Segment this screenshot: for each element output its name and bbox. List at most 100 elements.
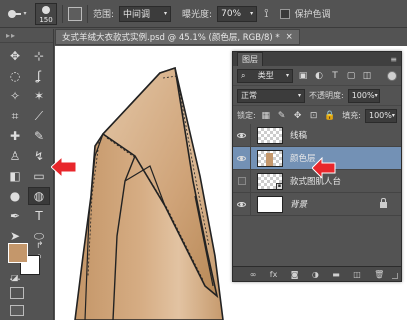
brush-tool-icon: ✎ bbox=[33, 129, 45, 143]
new-group-icon[interactable]: ▬ bbox=[332, 270, 340, 279]
opacity-input[interactable]: 100% ▾ bbox=[347, 88, 380, 103]
layer-visibility-toggle[interactable] bbox=[233, 192, 251, 216]
color-swatches: ↱ ◪ bbox=[8, 241, 44, 282]
layers-panel-footer: ∞ fx ◙ ◑ ▬ ◫ 🗑 bbox=[233, 266, 401, 281]
healing-brush-tool-icon: ✚ bbox=[9, 129, 21, 143]
exposure-input[interactable]: 70% ▾ bbox=[217, 5, 258, 22]
history-brush-tool-button[interactable]: ↯ bbox=[28, 147, 50, 165]
screen-mode-icon[interactable] bbox=[10, 305, 24, 316]
blend-row: 正常 ▾ 不透明度: 100% ▾ bbox=[233, 86, 401, 106]
new-layer-icon[interactable]: ◫ bbox=[353, 270, 361, 279]
blur-tool-button[interactable]: ● bbox=[4, 187, 26, 205]
clone-stamp-tool-icon: ♙ bbox=[9, 149, 21, 163]
protect-tones-checkbox[interactable] bbox=[279, 8, 290, 19]
marquee-tool-button[interactable]: ◌ bbox=[4, 67, 26, 85]
fill-value: 100% bbox=[369, 111, 392, 120]
add-mask-icon[interactable]: ◙ bbox=[291, 270, 299, 279]
filter-pixel-icon[interactable]: ▣ bbox=[297, 70, 309, 82]
protect-tones-label: 保护色调 bbox=[294, 10, 331, 20]
blend-mode-select[interactable]: 正常 ▾ bbox=[237, 88, 305, 103]
document-title: 女式羊绒大衣款式实例.psd @ 45.1% (颜色层, RGB/8) * bbox=[62, 33, 280, 43]
lock-position-icon[interactable]: ✥ bbox=[292, 110, 304, 122]
panel-menu-icon[interactable]: ≡ bbox=[390, 55, 397, 64]
layer-row-lineart[interactable]: 线稿 bbox=[233, 123, 401, 147]
filter-adjustment-icon[interactable]: ◐ bbox=[313, 70, 325, 82]
tab-layers[interactable]: 图层 bbox=[237, 52, 263, 66]
blur-tool-icon: ● bbox=[9, 189, 21, 203]
quick-select-tool-button[interactable]: ✧ bbox=[4, 87, 26, 105]
layer-name: 线稿 bbox=[290, 131, 308, 141]
layers-panel-header: 图层 ≡ bbox=[233, 52, 401, 66]
divider bbox=[62, 4, 63, 23]
magic-wand-tool-button[interactable]: ✶ bbox=[28, 87, 50, 105]
dodge-tool-icon bbox=[8, 9, 22, 18]
link-layers-icon[interactable]: ∞ bbox=[250, 270, 257, 279]
lock-pixels-icon[interactable]: ✎ bbox=[276, 110, 288, 122]
artboard-tool-icon: ⊹ bbox=[33, 49, 45, 63]
filter-toggle[interactable] bbox=[387, 70, 397, 81]
clone-stamp-tool-button[interactable]: ♙ bbox=[4, 147, 26, 165]
type-tool-button[interactable]: T bbox=[28, 207, 50, 225]
move-tool-icon: ✥ bbox=[9, 49, 21, 63]
options-bar: ▾ 150 范围: 中间调 ▾ 曝光度: 70% ▾ ⟟ 保护色调 bbox=[0, 0, 407, 28]
eraser-tool-icon: ◧ bbox=[9, 169, 21, 183]
fill-input[interactable]: 100% ▾ bbox=[365, 108, 397, 123]
pen-tool-icon: ✒ bbox=[9, 209, 21, 223]
quick-mask-icon[interactable] bbox=[10, 287, 24, 299]
gradient-tool-button[interactable]: ▭ bbox=[28, 167, 50, 185]
layer-row-background[interactable]: 背景 bbox=[233, 192, 401, 216]
quick-select-tool-icon: ✧ bbox=[9, 89, 21, 103]
filter-type-icon[interactable]: T bbox=[329, 70, 341, 82]
chevron-down-icon: ▾ bbox=[297, 92, 301, 99]
opacity-value: 100% bbox=[351, 91, 375, 100]
lock-label: 锁定: bbox=[237, 111, 256, 120]
lock-icon bbox=[380, 198, 387, 208]
filter-smart-object-icon[interactable]: ◫ bbox=[361, 70, 373, 82]
search-icon: ⌕ bbox=[241, 70, 246, 80]
dodge-tool-button[interactable]: ◍ bbox=[28, 187, 50, 205]
layer-visibility-toggle[interactable] bbox=[233, 146, 251, 170]
eye-icon bbox=[237, 132, 246, 138]
dodge-tool-icon: ◍ bbox=[33, 189, 45, 203]
lock-row: 锁定: ▦ ✎ ✥ ⊡ 🔒 填充: 100% ▾ bbox=[233, 106, 401, 126]
magic-wand-tool-icon: ✶ bbox=[33, 89, 45, 103]
airbrush-icon[interactable]: ⟟ bbox=[264, 6, 268, 21]
default-colors-icon[interactable]: ◪ bbox=[11, 273, 19, 282]
healing-brush-tool-button[interactable]: ✚ bbox=[4, 127, 26, 145]
chevron-down-icon: ▾ bbox=[391, 112, 395, 119]
swap-colors-icon[interactable]: ↱ bbox=[36, 241, 44, 251]
document-tab[interactable]: 女式羊绒大衣款式实例.psd @ 45.1% (颜色层, RGB/8) * × bbox=[55, 29, 300, 45]
layer-visibility-toggle[interactable] bbox=[233, 123, 251, 147]
document-tab-bar: 女式羊绒大衣款式实例.psd @ 45.1% (颜色层, RGB/8) * × bbox=[55, 29, 407, 45]
eyedropper-tool-button[interactable]: ⟋ bbox=[28, 107, 50, 125]
tool-preset-picker[interactable]: ▾ bbox=[4, 4, 30, 24]
foreground-color-swatch[interactable] bbox=[8, 243, 28, 263]
filter-shape-icon[interactable]: ▢ bbox=[345, 70, 357, 82]
layer-filter-row: ⌕ 类型 ▾ ▣ ◐ T ▢ ◫ bbox=[233, 66, 401, 86]
range-select[interactable]: 中间调 ▾ bbox=[119, 5, 172, 22]
lasso-tool-button[interactable]: ʆ bbox=[28, 67, 50, 85]
panel-resize-grip[interactable] bbox=[392, 273, 398, 279]
layer-thumbnail bbox=[257, 149, 283, 167]
exposure-label: 曝光度: bbox=[182, 10, 213, 20]
fx-icon[interactable]: fx bbox=[270, 270, 278, 279]
delete-layer-icon[interactable]: 🗑 bbox=[374, 270, 384, 279]
tools-panel-grip[interactable]: ▸▸ bbox=[0, 29, 53, 43]
brush-tool-button[interactable]: ✎ bbox=[28, 127, 50, 145]
eraser-tool-button[interactable]: ◧ bbox=[4, 167, 26, 185]
adjustment-layer-icon[interactable]: ◑ bbox=[312, 270, 319, 279]
pen-tool-button[interactable]: ✒ bbox=[4, 207, 26, 225]
close-icon[interactable]: × bbox=[286, 32, 293, 42]
layer-filter-select[interactable]: ⌕ 类型 ▾ bbox=[237, 68, 293, 83]
artboard-tool-button[interactable]: ⊹ bbox=[28, 47, 50, 65]
lock-all-icon[interactable]: 🔒 bbox=[324, 110, 336, 122]
move-tool-button[interactable]: ✥ bbox=[4, 47, 26, 65]
layer-thumbnail bbox=[257, 126, 283, 144]
lock-transparent-icon[interactable]: ▦ bbox=[260, 110, 272, 122]
crop-tool-button[interactable]: ⌗ bbox=[4, 107, 26, 125]
brush-size-picker[interactable]: 150 bbox=[35, 2, 57, 25]
photoshop-window: ▾ 150 范围: 中间调 ▾ 曝光度: 70% ▾ ⟟ 保护色调 ▸▸ ✥ ⊹ ◌… bbox=[0, 0, 407, 320]
brush-panel-toggle-icon[interactable] bbox=[68, 6, 82, 21]
layer-visibility-toggle[interactable] bbox=[233, 169, 251, 193]
lock-artboard-icon[interactable]: ⊡ bbox=[308, 110, 320, 122]
